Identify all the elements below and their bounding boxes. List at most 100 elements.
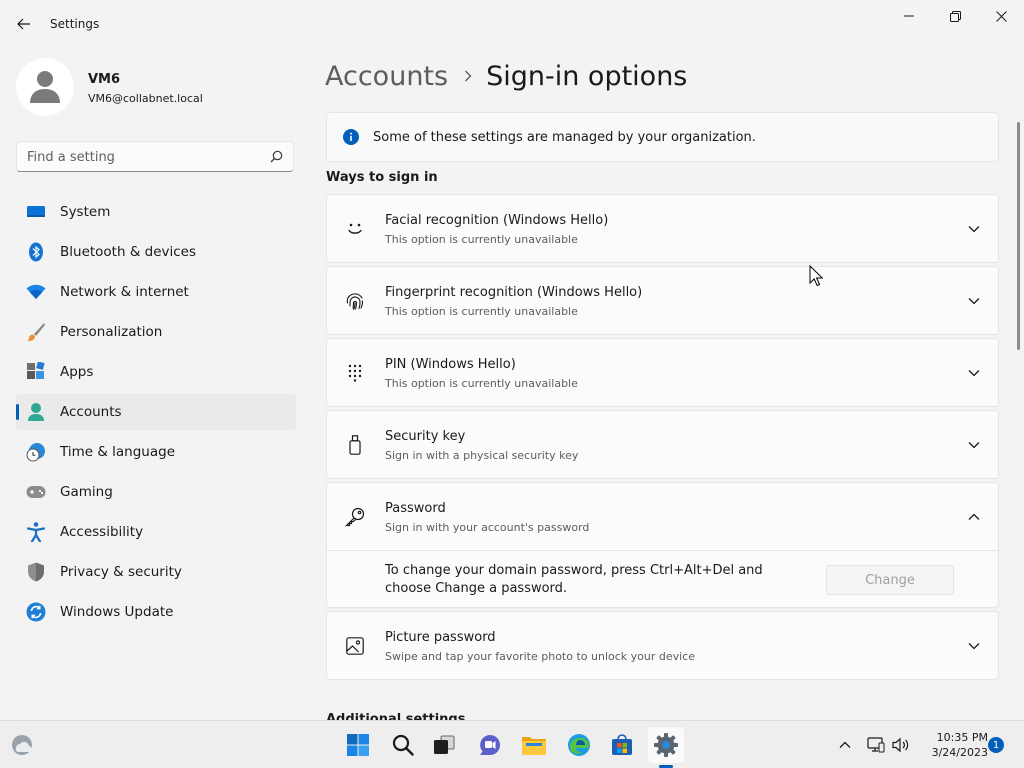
option-header[interactable]: Picture password Swipe and tap your favo… xyxy=(327,612,998,679)
sidebar-nav: System Bluetooth & devices Network & int… xyxy=(16,194,296,634)
file-explorer-icon xyxy=(522,737,546,755)
sidebar-item-gaming[interactable]: Gaming xyxy=(16,474,296,510)
user-profile[interactable]: VM6 VM6@collabnet.local xyxy=(16,58,296,118)
chevron-down-icon xyxy=(966,437,982,453)
sidebar-item-label: Privacy & security xyxy=(60,564,182,580)
picture-icon xyxy=(343,634,367,658)
scrollbar-thumb[interactable] xyxy=(1017,122,1020,350)
taskbar-search-button[interactable] xyxy=(385,727,421,763)
title-bar: Settings xyxy=(0,0,1024,48)
option-header[interactable]: Facial recognition (Windows Hello) This … xyxy=(327,195,998,262)
search-input[interactable]: Find a setting xyxy=(16,141,294,172)
back-button[interactable] xyxy=(10,10,38,38)
sidebar-item-accounts[interactable]: Accounts xyxy=(16,394,296,430)
sidebar-item-bluetooth[interactable]: Bluetooth & devices xyxy=(16,234,296,270)
sidebar-item-time-language[interactable]: Time & language xyxy=(16,434,296,470)
sidebar-item-label: Personalization xyxy=(60,324,163,340)
back-arrow-icon xyxy=(17,18,30,30)
system-icon xyxy=(26,202,46,222)
weather-widget[interactable] xyxy=(4,727,40,763)
sidebar-item-label: Bluetooth & devices xyxy=(60,244,197,260)
option-expanded-body: To change your domain password, press Ct… xyxy=(327,550,998,607)
network-icon xyxy=(867,737,885,753)
taskbar-clock[interactable]: 10:35 PM 3/24/2023 xyxy=(920,730,988,760)
clock-time: 10:35 PM xyxy=(936,731,988,744)
option-title: PIN (Windows Hello) xyxy=(385,357,516,372)
user-name: VM6 xyxy=(88,72,121,87)
sign-in-option-facial-recognition: Facial recognition (Windows Hello) This … xyxy=(326,194,999,263)
option-title: Fingerprint recognition (Windows Hello) xyxy=(385,285,643,300)
chevron-up-icon xyxy=(839,741,851,748)
option-header[interactable]: Security key Sign in with a physical sec… xyxy=(327,411,998,478)
weather-icon xyxy=(12,735,32,755)
sidebar-item-apps[interactable]: Apps xyxy=(16,354,296,390)
close-button[interactable] xyxy=(978,0,1024,32)
option-header[interactable]: Password Sign in with your account's pas… xyxy=(327,483,998,550)
sign-in-option-pin: PIN (Windows Hello) This option is curre… xyxy=(326,338,999,407)
settings-taskbar-button[interactable] xyxy=(648,727,684,763)
wifi-icon xyxy=(26,282,46,302)
sidebar-item-network[interactable]: Network & internet xyxy=(16,274,296,310)
shield-icon xyxy=(26,562,46,582)
info-text: Some of these settings are managed by yo… xyxy=(373,129,756,145)
settings-window: Settings VM6 VM6@collabnet.local Find a … xyxy=(0,0,1024,720)
option-subtitle: Sign in with your account's password xyxy=(385,521,590,534)
task-view-button[interactable] xyxy=(426,727,462,763)
update-icon xyxy=(26,602,46,622)
clock-date: 3/24/2023 xyxy=(931,746,988,759)
edge-button[interactable] xyxy=(561,727,597,763)
change-password-button[interactable]: Change xyxy=(826,565,954,595)
chevron-down-icon xyxy=(966,638,982,654)
chevron-right-icon xyxy=(464,70,472,82)
sidebar-item-label: Time & language xyxy=(60,444,176,460)
chevron-down-icon xyxy=(966,221,982,237)
globe-clock-icon xyxy=(26,442,46,462)
usb-key-icon xyxy=(343,433,367,457)
sidebar-item-label: Accounts xyxy=(60,404,122,420)
notification-badge[interactable]: 1 xyxy=(988,737,1004,753)
sidebar-item-label: Windows Update xyxy=(60,604,174,620)
user-email: VM6@collabnet.local xyxy=(88,92,203,105)
breadcrumb-parent-link[interactable]: Accounts xyxy=(325,61,448,92)
volume-tray-button[interactable] xyxy=(891,735,911,755)
option-header[interactable]: PIN (Windows Hello) This option is curre… xyxy=(327,339,998,406)
sidebar-item-system[interactable]: System xyxy=(16,194,296,230)
sidebar-item-label: Gaming xyxy=(60,484,113,500)
option-subtitle: This option is currently unavailable xyxy=(385,377,578,390)
chat-icon xyxy=(480,735,500,755)
start-icon xyxy=(347,734,369,756)
start-button[interactable] xyxy=(340,727,376,763)
selected-indicator xyxy=(16,404,19,420)
restore-button[interactable] xyxy=(932,0,978,32)
mouse-cursor-icon xyxy=(809,265,823,287)
network-tray-button[interactable] xyxy=(866,735,886,755)
store-icon xyxy=(612,734,632,755)
sidebar-item-label: System xyxy=(60,204,111,220)
close-icon xyxy=(995,10,1007,22)
option-title: Security key xyxy=(385,429,466,444)
file-explorer-button[interactable] xyxy=(516,727,552,763)
section-heading: Ways to sign in xyxy=(326,170,438,185)
sidebar-item-windows-update[interactable]: Windows Update xyxy=(16,594,296,630)
accessibility-icon xyxy=(26,522,46,542)
face-icon xyxy=(343,217,367,241)
chat-button[interactable] xyxy=(472,727,508,763)
accounts-icon xyxy=(26,402,46,422)
search-icon xyxy=(392,734,414,756)
sidebar-item-personalization[interactable]: Personalization xyxy=(16,314,296,350)
avatar xyxy=(16,58,74,116)
option-header[interactable]: Fingerprint recognition (Windows Hello) … xyxy=(327,267,998,334)
option-subtitle: Sign in with a physical security key xyxy=(385,449,579,462)
sidebar-item-accessibility[interactable]: Accessibility xyxy=(16,514,296,550)
volume-icon xyxy=(892,737,909,753)
password-instructions: To change your domain password, press Ct… xyxy=(385,563,763,596)
apps-icon xyxy=(26,362,46,382)
chevron-down-icon xyxy=(966,293,982,309)
option-subtitle: Swipe and tap your favorite photo to unl… xyxy=(385,650,696,663)
store-button[interactable] xyxy=(604,727,640,763)
sidebar-item-privacy-security[interactable]: Privacy & security xyxy=(16,554,296,590)
brush-icon xyxy=(26,322,46,342)
sidebar-item-label: Accessibility xyxy=(60,524,144,540)
minimize-button[interactable] xyxy=(886,0,932,32)
show-hidden-icons-button[interactable] xyxy=(835,735,855,755)
